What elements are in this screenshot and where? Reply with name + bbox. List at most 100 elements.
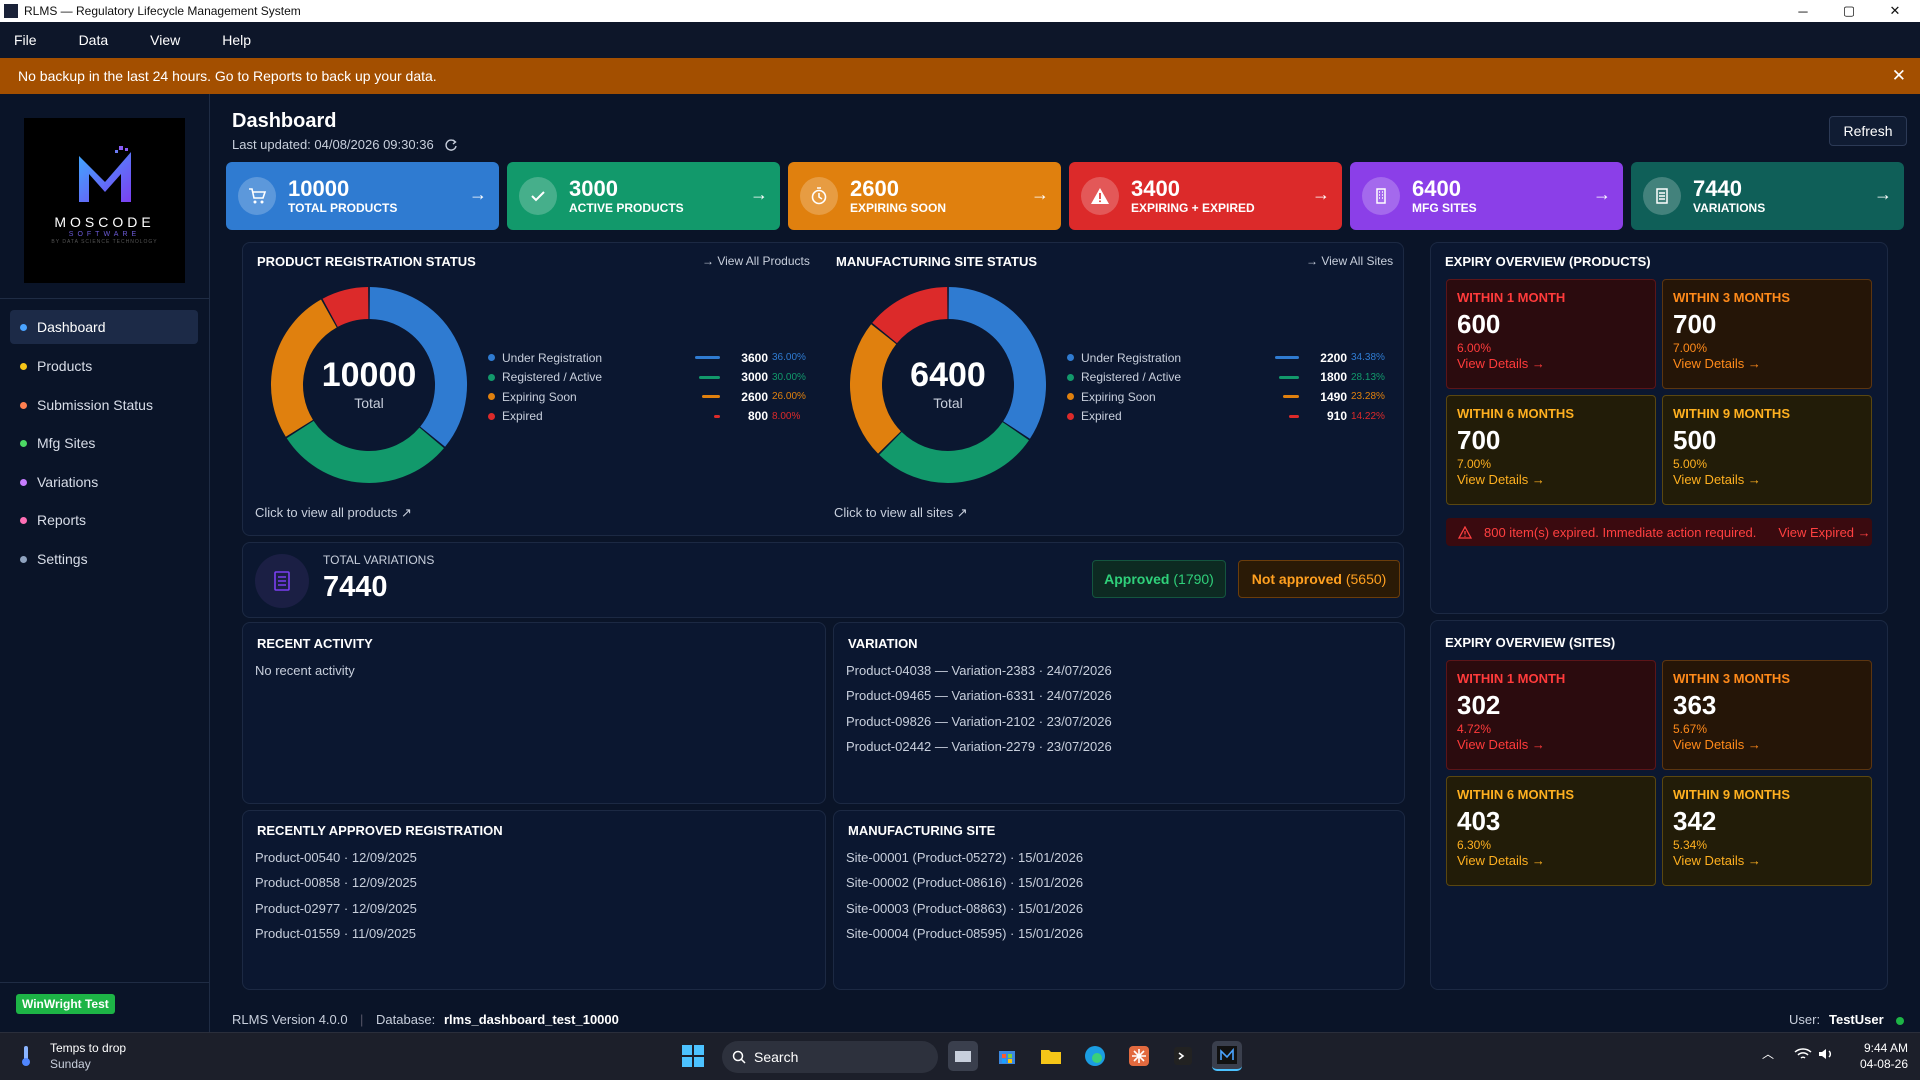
taskbar-search[interactable]: Search [722, 1041, 938, 1073]
legend-row-under-registration[interactable]: Under Registration 2200 34.38% [1067, 348, 1405, 368]
legend-label: Expiring Soon [502, 389, 577, 404]
minimize-button[interactable]: ─ [1780, 0, 1826, 22]
sidebar-item-variations[interactable]: Variations [10, 465, 198, 499]
claude-app-icon[interactable] [1124, 1041, 1154, 1071]
terminal-app-icon[interactable] [1168, 1041, 1198, 1071]
not-approved-label: Not approved [1251, 571, 1342, 587]
menu-data[interactable]: Data [79, 32, 109, 48]
user-label: User: [1789, 1012, 1821, 1027]
tray-chevron-up-icon[interactable]: ︿ [1762, 1045, 1774, 1062]
sidebar-item-settings[interactable]: Settings [10, 542, 198, 576]
menu-help[interactable]: Help [222, 32, 251, 48]
view-all-sites-link[interactable]: → View All Sites [1306, 254, 1393, 268]
view-details-link[interactable]: View Details → [1457, 853, 1655, 868]
legend-dot-icon [1067, 393, 1074, 401]
kpi-expiring-expired[interactable]: 3400 EXPIRING + EXPIRED → [1069, 162, 1342, 230]
wifi-icon[interactable] [1794, 1047, 1812, 1066]
banner-close-icon[interactable]: ✕ [1892, 66, 1906, 86]
expiry-card-pct: 5.67% [1673, 722, 1708, 736]
list-item[interactable]: Product-09465 — Variation-6331 · 24/07/2… [846, 688, 1112, 713]
list-item[interactable]: Site-00003 (Product-08863) · 15/01/2026 [846, 901, 1083, 926]
kpi-mfg-sites[interactable]: 6400 MFG SITES → [1350, 162, 1623, 230]
product-donut-slice-expired[interactable] [322, 287, 370, 328]
kpi-variations[interactable]: 7440 VARIATIONS → [1631, 162, 1904, 230]
expiry-card-6-months[interactable]: WITHIN 6 MONTHS 700 7.00% View Details → [1446, 395, 1656, 505]
list-item[interactable]: Site-00001 (Product-05272) · 15/01/2026 [846, 850, 1083, 875]
site-donut-slice-expired[interactable] [872, 287, 949, 344]
view-details-link[interactable]: View Details → [1673, 853, 1871, 868]
product-donut-slice-registered-active[interactable] [286, 420, 444, 483]
sidebar-item-submission-status[interactable]: Submission Status [10, 388, 198, 422]
legend-row-expired[interactable]: Expired 910 14.22% [1067, 407, 1405, 427]
menu-file[interactable]: File [14, 32, 37, 48]
expiry-card-9-months[interactable]: WITHIN 9 MONTHS 500 5.00% View Details → [1662, 395, 1872, 505]
sidebar-item-reports[interactable]: Reports [10, 503, 198, 537]
logo-tagline: BY DATA SCIENCE TECHNOLOGY [51, 239, 158, 245]
kpi-active-products[interactable]: 3000 ACTIVE PRODUCTS → [507, 162, 780, 230]
legend-row-registered-active[interactable]: Registered / Active 1800 28.13% [1067, 368, 1405, 388]
approved-badge[interactable]: Approved (1790) [1092, 560, 1226, 598]
winwright-test-badge: WinWright Test [16, 994, 115, 1014]
maximize-button[interactable]: ▢ [1826, 0, 1872, 22]
list-item[interactable]: Site-00002 (Product-08616) · 15/01/2026 [846, 875, 1083, 900]
view-details-link[interactable]: View Details → [1457, 737, 1655, 752]
list-item[interactable]: Product-09826 — Variation-2102 · 23/07/2… [846, 714, 1112, 739]
task-view-icon[interactable] [948, 1041, 978, 1071]
store-icon[interactable] [992, 1041, 1022, 1071]
expiry-products-title: EXPIRY OVERVIEW (PRODUCTS) [1445, 254, 1651, 269]
view-all-products-link[interactable]: → View All Products [702, 254, 810, 268]
expiry-card-3-months[interactable]: WITHIN 3 MONTHS 700 7.00% View Details → [1662, 279, 1872, 389]
list-item[interactable]: Product-00540 · 12/09/2025 [255, 850, 417, 875]
list-item[interactable]: Product-04038 — Variation-2383 · 24/07/2… [846, 663, 1112, 688]
reload-icon[interactable] [444, 138, 458, 152]
sidebar-item-dashboard[interactable]: Dashboard [10, 310, 198, 344]
windows-start-icon[interactable] [678, 1041, 708, 1071]
expiry-card-value: 363 [1673, 690, 1717, 720]
view-details-link[interactable]: View Details → [1457, 356, 1655, 371]
rlms-app-icon[interactable] [1212, 1041, 1242, 1071]
view-details-link[interactable]: View Details → [1673, 737, 1871, 752]
arrow-right-icon: → [469, 184, 487, 204]
menu-view[interactable]: View [150, 32, 180, 48]
file-explorer-icon[interactable] [1036, 1041, 1066, 1071]
view-all-sites-footer-link[interactable]: Click to view all sites ↗ [834, 505, 968, 521]
legend-row-expiring-soon[interactable]: Expiring Soon 2600 26.00% [488, 387, 826, 407]
clock-time[interactable]: 9:44 AM [1852, 1041, 1908, 1055]
site-expiry-card-9-months[interactable]: WITHIN 9 MONTHS 342 5.34% View Details → [1662, 776, 1872, 886]
weather-thermometer-icon[interactable] [18, 1044, 34, 1073]
list-item[interactable]: Product-02442 — Variation-2279 · 23/07/2… [846, 739, 1112, 764]
legend-row-expired[interactable]: Expired 800 8.00% [488, 407, 826, 427]
site-donut-slice-registered-active[interactable] [879, 421, 1029, 483]
list-item[interactable]: Product-00858 · 12/09/2025 [255, 875, 417, 900]
clock-date[interactable]: 04-08-26 [1852, 1057, 1908, 1071]
list-item[interactable]: Product-02977 · 12/09/2025 [255, 901, 417, 926]
volume-icon[interactable] [1818, 1047, 1834, 1066]
kpi-expiring-soon[interactable]: 2600 EXPIRING SOON → [788, 162, 1061, 230]
site-expiry-card-1-month[interactable]: WITHIN 1 MONTH 302 4.72% View Details → [1446, 660, 1656, 770]
expiry-card-1-month[interactable]: WITHIN 1 MONTH 600 6.00% View Details → [1446, 279, 1656, 389]
view-all-products-footer-link[interactable]: Click to view all products ↗ [255, 505, 412, 521]
legend-row-under-registration[interactable]: Under Registration 3600 36.00% [488, 348, 826, 368]
site-donut-slice-expiring-soon[interactable] [850, 324, 902, 454]
edge-browser-icon[interactable] [1080, 1041, 1110, 1071]
not-approved-badge[interactable]: Not approved (5650) [1238, 560, 1400, 598]
site-expiry-card-3-months[interactable]: WITHIN 3 MONTHS 363 5.67% View Details → [1662, 660, 1872, 770]
legend-row-expiring-soon[interactable]: Expiring Soon 1490 23.28% [1067, 387, 1405, 407]
view-details-link[interactable]: View Details → [1457, 472, 1655, 487]
kpi-label: ACTIVE PRODUCTS [569, 201, 684, 215]
close-window-button[interactable]: ✕ [1872, 0, 1918, 22]
refresh-button[interactable]: Refresh [1829, 116, 1907, 146]
list-item[interactable]: Site-00004 (Product-08595) · 15/01/2026 [846, 926, 1083, 951]
legend-pct: 8.00% [772, 410, 801, 422]
view-expired-link[interactable]: View Expired → [1778, 525, 1870, 540]
arrow-right-icon: → [1031, 184, 1049, 204]
view-details-link[interactable]: View Details → [1673, 472, 1871, 487]
sidebar-item-products[interactable]: Products [10, 349, 198, 383]
donut-total-value: 6400 [910, 356, 986, 394]
site-expiry-card-6-months[interactable]: WITHIN 6 MONTHS 403 6.30% View Details → [1446, 776, 1656, 886]
view-details-link[interactable]: View Details → [1673, 356, 1871, 371]
legend-row-registered-active[interactable]: Registered / Active 3000 30.00% [488, 368, 826, 388]
list-item[interactable]: Product-01559 · 11/09/2025 [255, 926, 417, 951]
sidebar-item-mfg-sites[interactable]: Mfg Sites [10, 426, 198, 460]
kpi-total-products[interactable]: 10000 TOTAL PRODUCTS → [226, 162, 499, 230]
